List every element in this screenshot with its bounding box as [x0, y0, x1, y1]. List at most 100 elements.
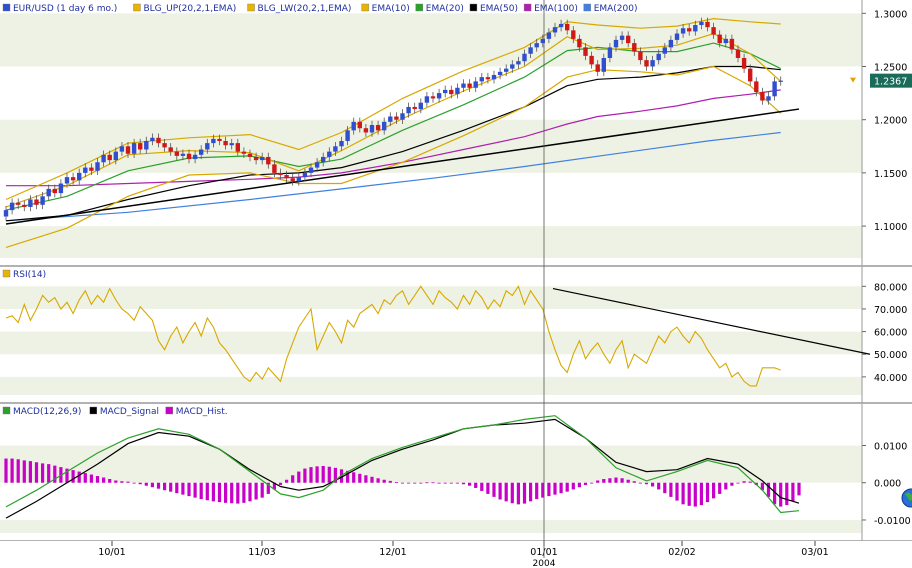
macd-hist-bar — [199, 482, 203, 500]
candle-body — [369, 125, 375, 133]
macd-hist-bar — [71, 470, 75, 483]
candle-body — [180, 153, 186, 156]
macd-hist-bar — [28, 461, 32, 483]
candle-body — [430, 96, 436, 99]
candle-body — [406, 106, 411, 114]
macd-hist-bar — [455, 482, 459, 484]
candle-body — [296, 177, 301, 182]
candle-body — [443, 89, 448, 94]
candle-body — [522, 53, 527, 62]
macd-hist-bar — [425, 482, 429, 484]
macd-hist-bar — [675, 482, 679, 501]
candle-body — [467, 83, 472, 88]
candle-body — [284, 175, 289, 179]
macd-hist-bar — [144, 482, 148, 486]
macd-hist-bar — [437, 482, 441, 484]
macd-hist-bar — [285, 479, 289, 483]
candle-body — [223, 140, 228, 146]
candle-body — [766, 96, 771, 101]
macd-hist-bar — [114, 480, 118, 483]
macd-hist-bar — [535, 482, 539, 500]
candle-body — [247, 153, 253, 157]
macd-hist-bar — [419, 482, 423, 484]
macd-hist-bar — [602, 479, 606, 483]
legend-swatch — [361, 3, 369, 12]
legend-label: EMA(200) — [594, 4, 638, 14]
macd-hist-bar — [138, 482, 142, 485]
macd-hist-bar — [681, 482, 685, 505]
candle-body — [699, 21, 704, 26]
macd-hist-bar — [205, 482, 209, 501]
macd-hist-bar — [516, 482, 520, 505]
candle-body — [382, 121, 387, 131]
candle-body — [619, 35, 625, 40]
macd-hist-bar — [718, 482, 722, 494]
candle-body — [101, 154, 106, 163]
x-axis: 10/01 11/03 12/01 01/01 02/02 03/012004 — [0, 541, 912, 568]
candle-body — [394, 116, 399, 120]
macd-hist-bar — [608, 478, 612, 483]
legend-label: MACD_Hist. — [176, 407, 228, 417]
candle-body — [479, 77, 484, 82]
candle-body — [186, 153, 192, 160]
candle-body — [400, 113, 405, 120]
candle-body — [595, 64, 600, 72]
candle-body — [357, 121, 362, 129]
panel-band — [0, 445, 862, 483]
candle-body — [717, 34, 722, 44]
candle-body — [760, 92, 765, 101]
candle-body — [314, 162, 320, 168]
candle-body — [748, 68, 753, 82]
x-tick-label: 10/01 — [98, 547, 125, 558]
macd-hist-bar — [193, 482, 197, 498]
macd-hist-bar — [626, 479, 630, 483]
candle-body — [571, 30, 576, 39]
legend-label: MACD_Signal — [100, 407, 159, 417]
candle-body — [558, 23, 564, 28]
candle-body — [211, 138, 216, 144]
rsi-y-tick-label: 60.000 — [874, 328, 907, 339]
candle-body — [308, 167, 314, 173]
candle-body — [735, 49, 741, 58]
rsi-y-tick-label: 80.000 — [874, 282, 907, 293]
macd-hist-bar — [315, 466, 319, 483]
candle-body — [607, 47, 613, 58]
candle-body — [28, 199, 33, 207]
candle-body — [351, 121, 356, 131]
macd-hist-bar — [590, 482, 594, 484]
candle-body — [497, 71, 503, 76]
panel-band — [0, 519, 862, 533]
candle-body — [510, 64, 515, 69]
macd-hist-bar — [248, 482, 252, 502]
macd-hist-bar — [736, 482, 740, 484]
macd-hist-bar — [364, 475, 368, 483]
panel-band — [0, 226, 862, 258]
macd-hist-bar — [614, 477, 618, 483]
macd-hist-bar — [413, 482, 417, 484]
legend-swatch — [2, 3, 11, 12]
macd-hist-bar — [632, 481, 636, 483]
macd-hist-bar — [309, 467, 313, 483]
macd-hist-bar — [108, 479, 112, 483]
candle-body — [107, 154, 112, 161]
candle-body — [534, 43, 539, 48]
last-price-label: 1.2367 — [874, 77, 907, 88]
macd-hist-bar — [400, 482, 405, 484]
legend-label: RSI(14) — [13, 270, 46, 280]
candle-body — [162, 143, 167, 148]
candle-body — [150, 137, 155, 141]
legend-label: MACD(12,26,9) — [13, 407, 81, 417]
macd-hist-bar — [693, 482, 697, 507]
price-y-tick-label: 1.1500 — [874, 169, 907, 180]
panel-band — [0, 331, 862, 355]
macd-y-tick-label: -0.0100 — [874, 516, 911, 527]
candle-body — [504, 68, 509, 72]
macd-hist-bar — [242, 482, 246, 503]
candle-body — [705, 21, 710, 28]
x-tick-label: 02/02 — [668, 547, 695, 558]
chart-canvas[interactable]: 1.3000 1.2500 1.2000 1.1500 1.1000 1.2367 80.… — [0, 0, 912, 568]
candle-body — [436, 93, 442, 99]
macd-hist-bar — [730, 482, 734, 486]
candle-body — [199, 149, 204, 155]
price-y-tick-label: 1.1000 — [874, 222, 907, 233]
